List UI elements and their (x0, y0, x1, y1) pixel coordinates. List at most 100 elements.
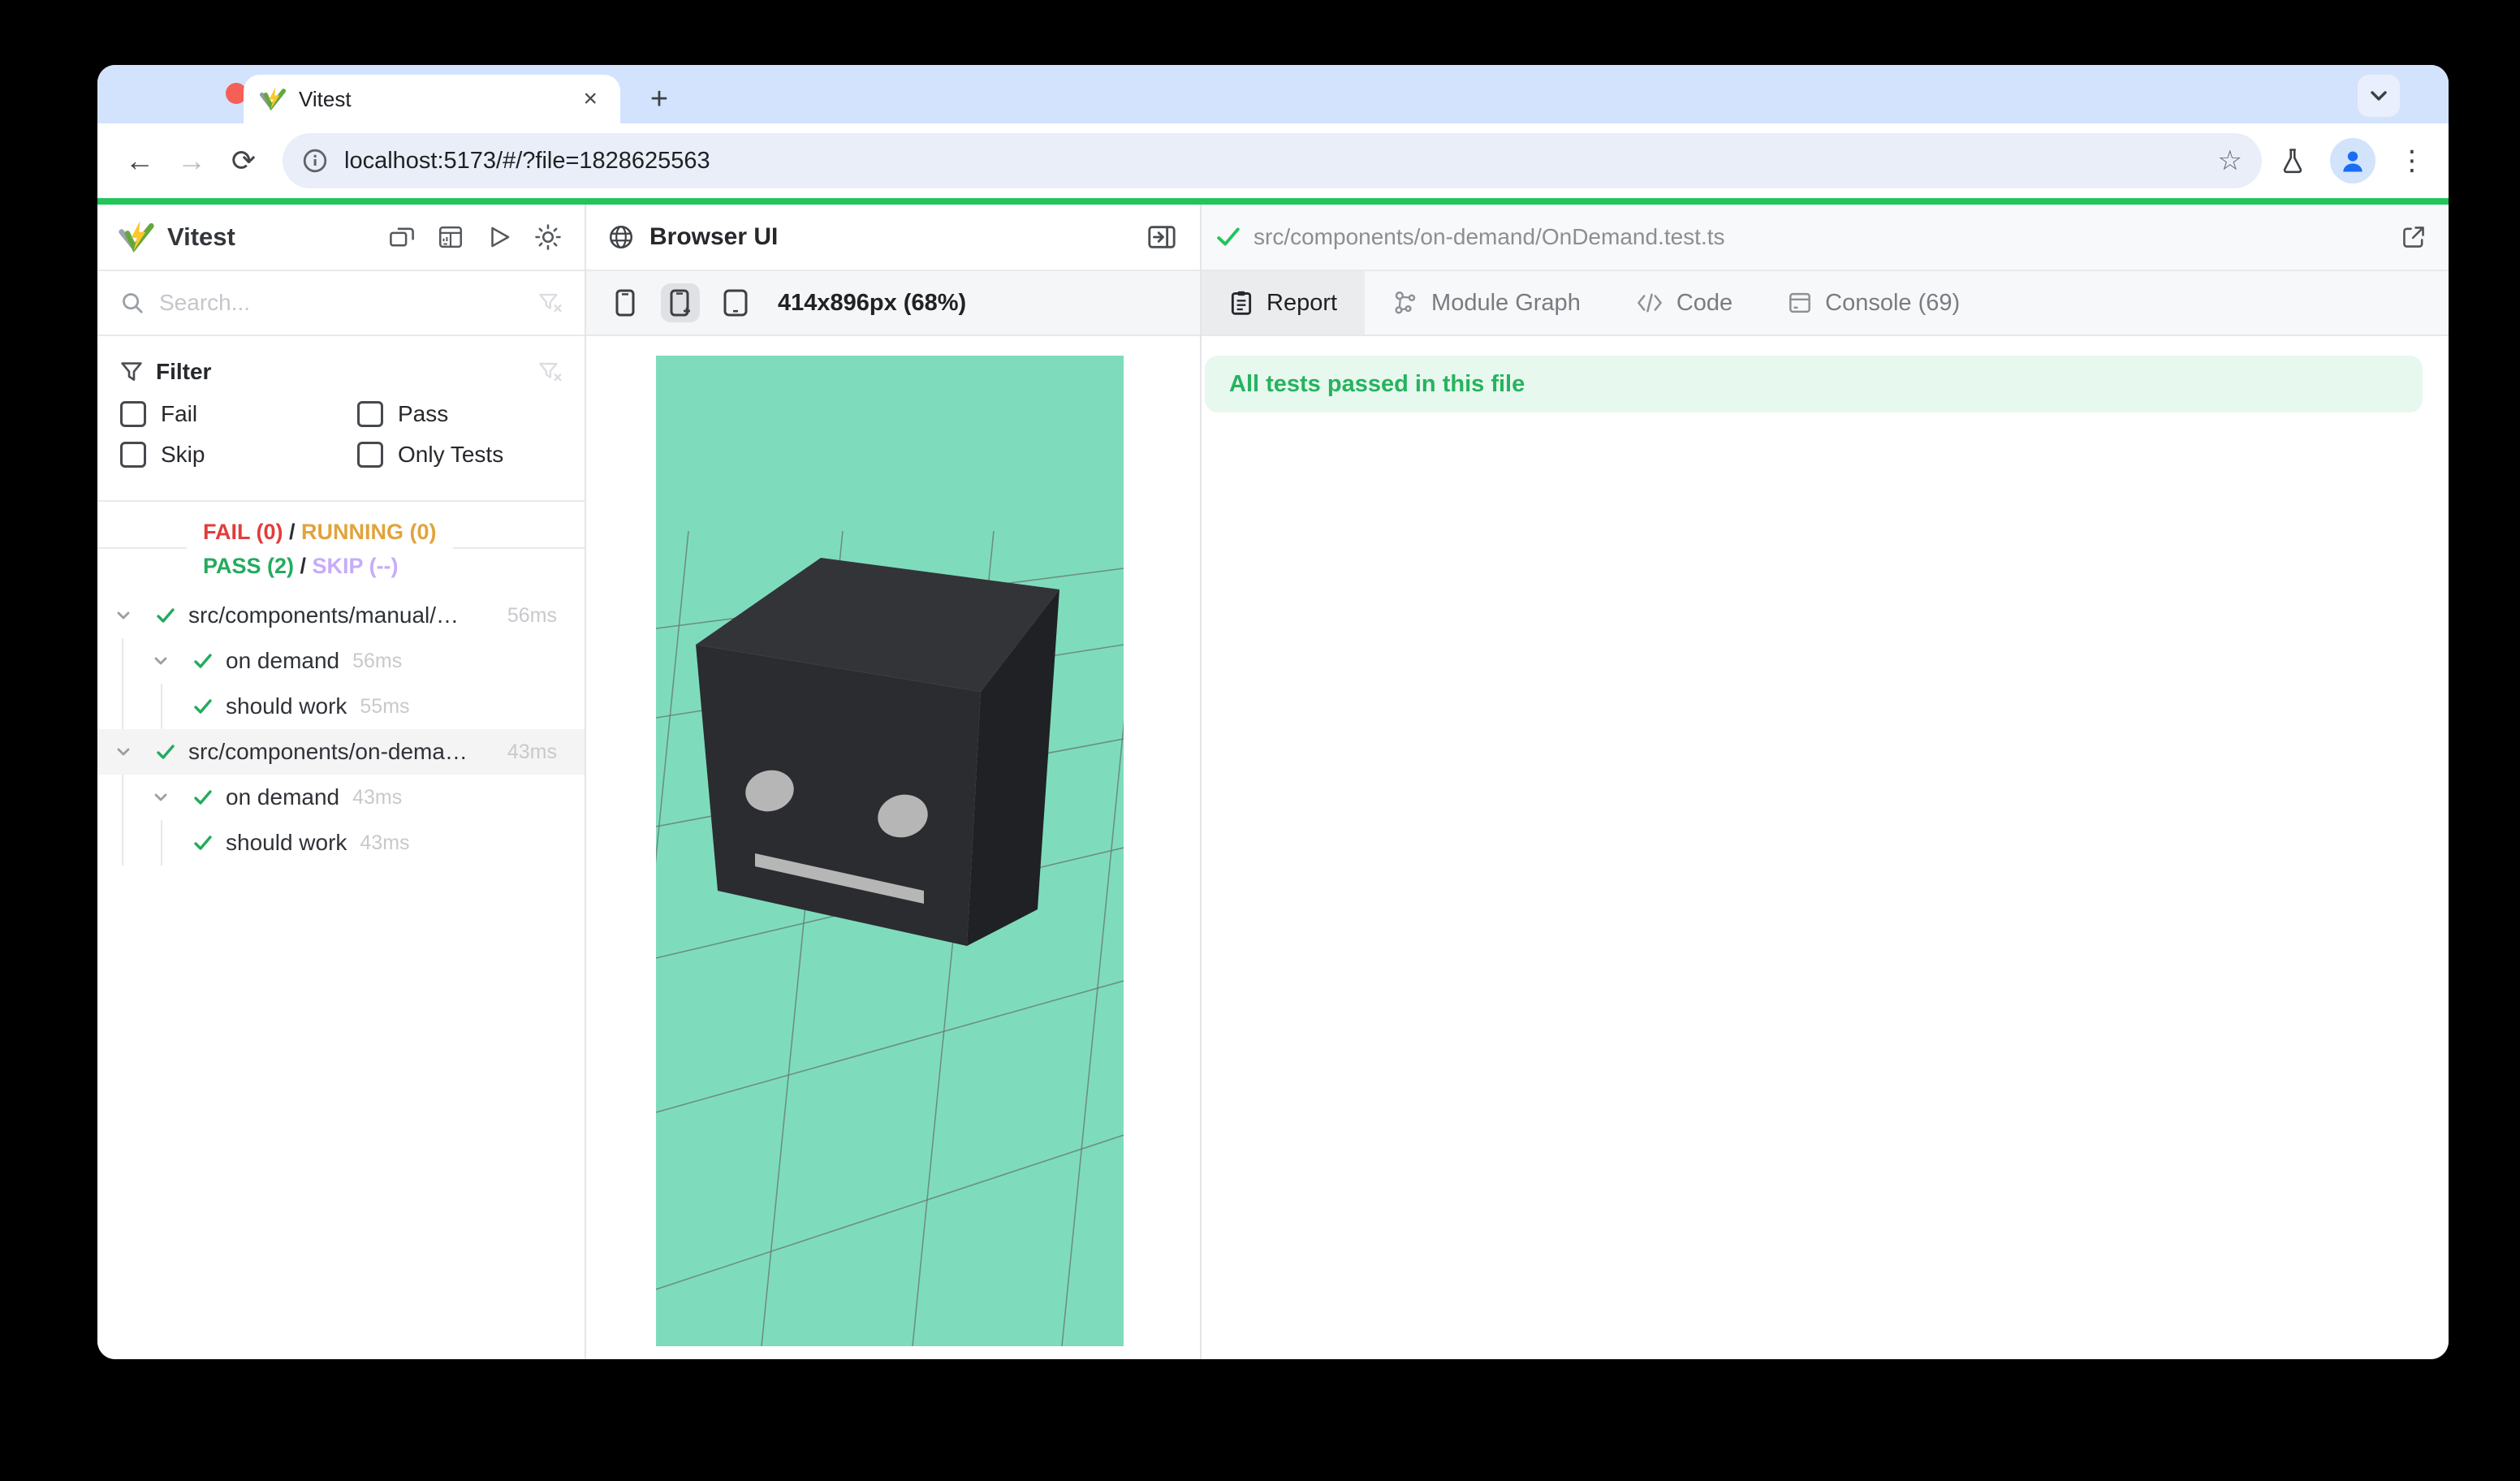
test-name: should work (226, 830, 347, 856)
device-phone-small-button[interactable] (606, 283, 645, 322)
skip-checkbox[interactable] (120, 442, 146, 468)
tab-report[interactable]: Report (1202, 271, 1365, 335)
sidebar: Vitest (97, 205, 586, 1359)
code-icon (1636, 291, 1663, 314)
back-button[interactable]: ← (114, 135, 166, 187)
chevron-down-icon[interactable] (115, 744, 132, 760)
skip-label: Skip (161, 442, 205, 468)
pass-label: Pass (398, 401, 448, 427)
run-all-icon[interactable] (485, 223, 513, 251)
tab-code[interactable]: Code (1608, 271, 1760, 335)
tab-report-label: Report (1266, 290, 1337, 317)
dock-panel-icon[interactable] (1146, 222, 1177, 253)
search-input[interactable]: Search... (159, 290, 537, 316)
fail-checkbox[interactable] (120, 401, 146, 427)
chevron-down-icon[interactable] (115, 607, 132, 624)
collapse-panels-icon[interactable] (388, 223, 416, 251)
browser-tab[interactable]: Vitest × (244, 75, 620, 123)
pass-check-icon (193, 788, 213, 807)
dashboard-icon[interactable] (437, 223, 464, 251)
tab-console-label: Console (69) (1825, 290, 1960, 317)
only-tests-checkbox[interactable] (357, 442, 383, 468)
test-duration: 56ms (507, 604, 557, 628)
filter-option-fail[interactable]: Fail (120, 401, 357, 427)
pass-check-icon (156, 606, 175, 625)
summary-counts: FAIL (0) / RUNNING (0) PASS (2) / SKIP (… (187, 513, 453, 585)
profile-avatar[interactable] (2330, 138, 2375, 184)
viewport-size-label: 414x896px (68%) (778, 290, 966, 317)
forward-button[interactable]: → (166, 135, 218, 187)
address-bar[interactable]: localhost:5173/#/?file=1828625563 ☆ (283, 133, 2262, 188)
theme-toggle-icon[interactable] (534, 223, 562, 251)
suite-name: on demand (226, 648, 339, 674)
only-tests-label: Only Tests (398, 442, 503, 468)
favicon-vitest-icon (260, 86, 286, 112)
app-title: Vitest (167, 222, 235, 252)
filter-panel: Filter Fail Pass (97, 336, 585, 502)
tab-title: Vitest (299, 87, 576, 112)
clear-filter-icon[interactable] (537, 291, 562, 315)
tree-row-test[interactable]: should work 43ms (97, 820, 585, 866)
test-file-name: src/components/manual/… (188, 602, 459, 628)
reload-button[interactable]: ⟳ (218, 135, 270, 187)
pass-check-icon (193, 833, 213, 853)
file-path: src/components/on-demand/OnDemand.test.t… (1254, 224, 2400, 250)
summary-line-1: FAIL (0) / RUNNING (0) (203, 515, 437, 549)
device-phone-plus-button[interactable] (661, 283, 700, 322)
browser-ui-title: Browser UI (649, 223, 778, 251)
tree-row-suite[interactable]: on demand 43ms (97, 775, 585, 820)
chrome-actions: ⋮ (2278, 138, 2426, 184)
globe-icon (607, 223, 635, 251)
tab-module-graph-label: Module Graph (1431, 290, 1581, 317)
site-info-icon[interactable] (302, 148, 328, 174)
viewport-toolbar: 414x896px (68%) (586, 271, 1200, 336)
running-count: RUNNING (0) (301, 520, 437, 544)
experiments-flask-icon[interactable] (2278, 146, 2307, 175)
report-tabs: Report Module Graph (1202, 271, 2449, 336)
pass-check-icon (193, 651, 213, 671)
url-text[interactable]: localhost:5173/#/?file=1828625563 (344, 148, 2218, 175)
tab-module-graph[interactable]: Module Graph (1365, 271, 1608, 335)
vitest-logo-icon (119, 219, 154, 255)
screenshot-stage: Vitest × + ← → ⟳ localhost:5173/#/?f (0, 0, 2520, 1481)
chevron-down-icon[interactable] (153, 653, 169, 669)
filter-option-skip[interactable]: Skip (120, 442, 357, 468)
chevron-down-icon[interactable] (153, 789, 169, 805)
pass-checkbox[interactable] (357, 401, 383, 427)
tree-row-test[interactable]: should work 55ms (97, 684, 585, 729)
bookmark-star-icon[interactable]: ☆ (2218, 145, 2242, 177)
tree-row-suite[interactable]: on demand 56ms (97, 638, 585, 684)
chrome-menu-icon[interactable]: ⋮ (2398, 145, 2426, 177)
tab-search-button[interactable] (2358, 75, 2400, 117)
summary-line-2: PASS (2) / SKIP (--) (203, 549, 437, 583)
tab-close-icon[interactable]: × (576, 84, 604, 114)
filter-title-row: Filter (120, 352, 562, 391)
browser-ui-panel: Browser UI (586, 205, 1202, 1359)
new-tab-button[interactable]: + (636, 76, 682, 122)
pass-count: PASS (2) (203, 554, 294, 578)
fail-count: FAIL (0) (203, 520, 283, 544)
tree-row-file-selected[interactable]: src/components/on-dema… 43ms (97, 729, 585, 775)
test-iframe[interactable] (656, 356, 1124, 1346)
test-duration: 56ms (352, 650, 402, 673)
suite-name: on demand (226, 784, 339, 810)
filter-option-pass[interactable]: Pass (357, 401, 562, 427)
pass-check-icon (156, 742, 175, 762)
browser-ui-actions (1146, 222, 1200, 253)
tester-area (586, 336, 1200, 1359)
open-external-icon[interactable] (2400, 223, 2427, 251)
test-duration: 43ms (507, 740, 557, 764)
skip-count: SKIP (--) (313, 554, 399, 578)
clear-filter-icon[interactable] (537, 360, 562, 384)
device-tablet-button[interactable] (716, 283, 755, 322)
tree-row-file[interactable]: src/components/manual/… 56ms (97, 593, 585, 638)
filter-option-only-tests[interactable]: Only Tests (357, 442, 562, 468)
test-file-name: src/components/on-dema… (188, 739, 468, 765)
vitest-ui: Vitest (97, 205, 2449, 1359)
browser-window: Vitest × + ← → ⟳ localhost:5173/#/?f (97, 65, 2449, 1359)
file-pass-check-icon (1216, 225, 1241, 249)
tab-console[interactable]: Console (69) (1760, 271, 1987, 335)
test-duration: 43ms (352, 786, 402, 810)
search-row: Search... (97, 271, 585, 336)
chevron-down-icon (2369, 86, 2388, 106)
